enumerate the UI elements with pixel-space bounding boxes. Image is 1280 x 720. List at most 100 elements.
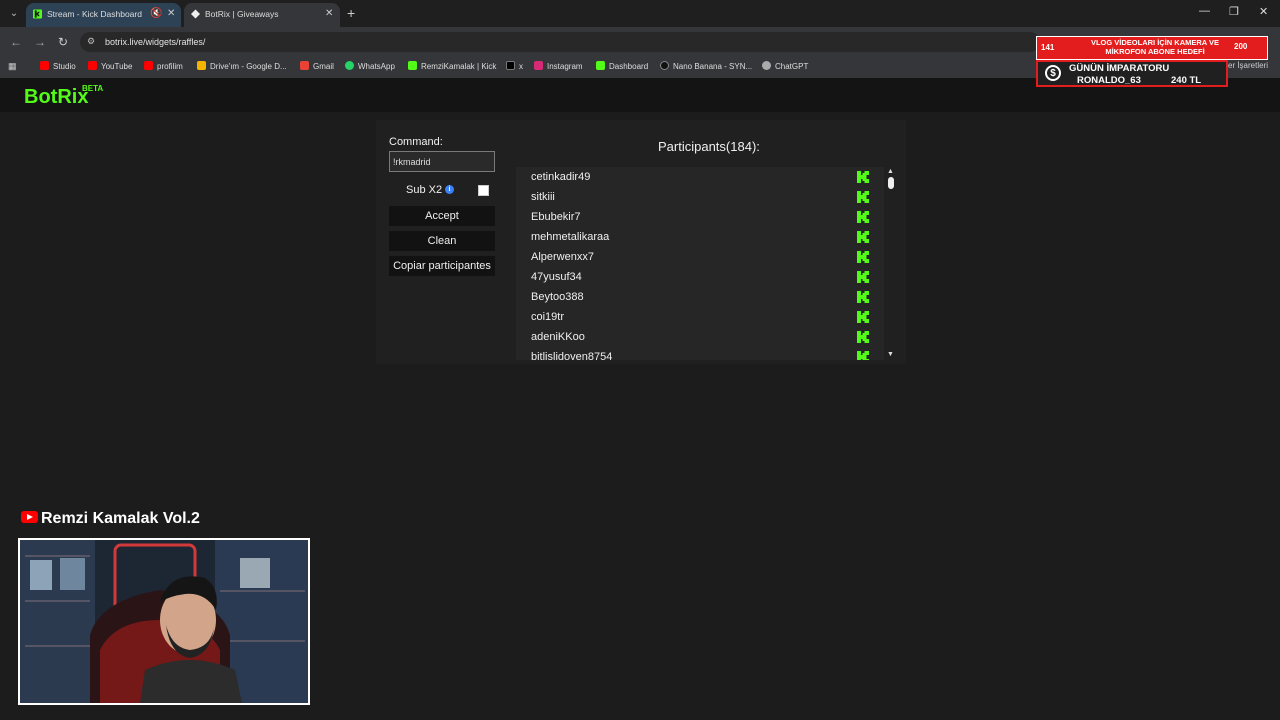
bookmark-kick[interactable]: RemziKamalak | Kick [408, 61, 496, 73]
chatgpt-icon [762, 61, 771, 70]
participant-name: Alperwenxx7 [531, 251, 594, 263]
scroll-down-icon[interactable]: ▼ [887, 351, 894, 358]
kick-icon [857, 311, 869, 323]
botrix-favicon-icon [191, 9, 200, 19]
close-tab-icon[interactable]: ✕ [167, 3, 175, 25]
list-item: Alperwenxx7 [516, 247, 884, 267]
address-bar[interactable] [80, 32, 1040, 52]
webcam-feed [18, 538, 310, 705]
goal-target: 200 [1234, 42, 1248, 51]
kick-icon [857, 211, 869, 223]
participant-name: 47yusuf34 [531, 271, 582, 283]
list-item: 47yusuf34 [516, 267, 884, 287]
reload-icon[interactable]: ↻ [58, 35, 68, 49]
kick-icon [857, 291, 869, 303]
sub-x2-label: Sub X2 [406, 184, 443, 196]
restore-icon[interactable]: ❐ [1229, 5, 1239, 18]
coin-icon: $ [1045, 65, 1061, 81]
accept-button[interactable]: Accept [389, 206, 495, 226]
goal-count: 141 [1041, 43, 1055, 52]
mute-icon[interactable]: 🔇 [150, 3, 162, 25]
participant-name: mehmetalikaraa [531, 231, 610, 243]
participant-name: cetinkadir49 [531, 171, 591, 183]
participant-name: sitkiii [531, 191, 555, 203]
list-item: cetinkadir49 [516, 167, 884, 187]
beta-badge: BETA [82, 84, 104, 93]
tab-title: BotRix | Giveaways [205, 9, 279, 19]
bookmark-youtube[interactable]: YouTube [88, 61, 132, 73]
copy-participants-button[interactable]: Copiar participantes [389, 256, 495, 276]
close-tab-icon[interactable]: ✕ [325, 3, 333, 25]
participant-name: Ebubekir7 [531, 211, 581, 223]
bookmark-dashboard[interactable]: Dashboard [596, 61, 648, 73]
tab-search-chevron-icon[interactable]: ⌄ [6, 6, 22, 22]
bookmark-x[interactable]: x [506, 61, 523, 73]
command-input[interactable] [389, 151, 495, 172]
list-item: Beytoo388 [516, 287, 884, 307]
info-icon[interactable]: i [445, 185, 454, 194]
x-icon [506, 61, 515, 70]
list-item: coi19tr [516, 307, 884, 327]
kick-icon [857, 351, 869, 360]
bookmark-instagram[interactable]: Instagram [534, 61, 583, 73]
whatsapp-icon [345, 61, 354, 70]
command-label: Command: [389, 136, 443, 148]
youtube-icon [40, 61, 49, 70]
kick-icon [857, 271, 869, 283]
kick-icon [33, 9, 42, 19]
bookmark-gmail[interactable]: Gmail [300, 61, 334, 73]
back-icon[interactable]: ← [10, 35, 22, 49]
list-item: Ebubekir7 [516, 207, 884, 227]
bookmark-profilim[interactable]: profilim [144, 61, 183, 73]
list-item: adeniKKoo [516, 327, 884, 347]
kick-icon [857, 251, 869, 263]
drive-icon [197, 61, 206, 70]
scrollbar-thumb[interactable] [888, 177, 894, 189]
list-item: bitlislidoven8754 [516, 347, 884, 360]
apps-grid-icon[interactable]: ▦ [8, 61, 17, 72]
url-text[interactable]: botrix.live/widgets/raffles/ [105, 37, 205, 47]
bookmark-drive[interactable]: Drive'ım - Google D... [197, 61, 287, 73]
kick-icon [857, 231, 869, 243]
bookmark-whatsapp[interactable]: WhatsApp [345, 61, 395, 73]
botrix-logo[interactable]: BotRix [24, 86, 88, 109]
gmail-icon [300, 61, 309, 70]
site-info-icon[interactable]: ⚙ [87, 36, 95, 47]
scroll-up-icon[interactable]: ▲ [887, 168, 894, 175]
new-tab-icon[interactable]: + [347, 5, 355, 21]
youtube-icon [88, 61, 97, 70]
top-donor-title: GÜNÜN İMPARATORU [1069, 63, 1170, 74]
channel-title: Remzi Kamalak Vol.2 [21, 510, 200, 528]
list-item: mehmetalikaraa [516, 227, 884, 247]
list-item: sitkiii [516, 187, 884, 207]
webcam-image [20, 540, 308, 703]
participant-name: adeniKKoo [531, 331, 585, 343]
instagram-icon [534, 61, 543, 70]
forward-icon[interactable]: → [34, 35, 46, 49]
tab-botrix-giveaways[interactable]: BotRix | Giveaways ✕ [184, 3, 340, 27]
bookmark-studio[interactable]: Studio [40, 61, 76, 73]
clean-button[interactable]: Clean [389, 231, 495, 251]
participant-name: coi19tr [531, 311, 565, 323]
close-window-icon[interactable]: ✕ [1259, 5, 1268, 18]
kick-icon [857, 171, 869, 183]
bookmark-nano-banana[interactable]: Nano Banana - SYN... [660, 61, 752, 73]
kick-icon [857, 331, 869, 343]
goal-text: VLOG VİDEOLARI İÇİN KAMERA VE MİKROFON A… [1090, 38, 1220, 56]
youtube-icon [21, 511, 38, 523]
tab-title: Stream - Kick Dashboard [47, 9, 142, 19]
bookmark-chatgpt[interactable]: ChatGPT [762, 61, 808, 73]
kick-icon [408, 61, 417, 70]
participants-title: Participants(184): [658, 139, 760, 154]
sub-x2-checkbox[interactable] [478, 185, 489, 196]
syn-icon [660, 61, 669, 70]
all-bookmarks-label[interactable]: er İşaretleri [1228, 61, 1268, 70]
tab-kick-dashboard[interactable]: Stream - Kick Dashboard 🔇 ✕ [26, 3, 181, 27]
kick-icon [596, 61, 605, 70]
kick-icon [857, 191, 869, 203]
youtube-icon [144, 61, 153, 70]
participants-list[interactable]: cetinkadir49 sitkiii Ebubekir7 mehmetali… [516, 167, 884, 360]
top-donor-user: RONALDO_63 [1077, 75, 1141, 86]
top-donor-amount: 240 TL [1171, 75, 1202, 86]
minimize-icon[interactable]: — [1199, 5, 1210, 17]
